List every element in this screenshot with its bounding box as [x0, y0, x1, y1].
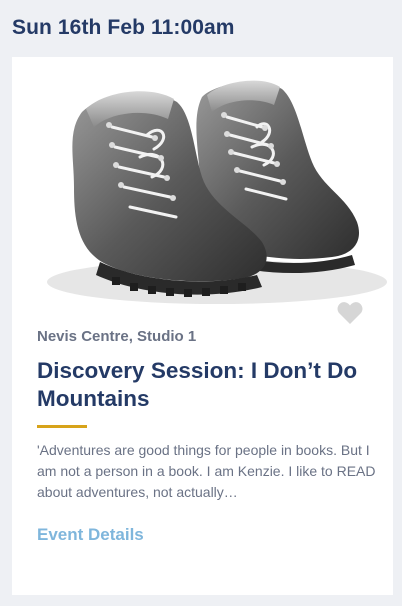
heart-icon[interactable]	[337, 301, 363, 325]
event-image[interactable]	[12, 57, 393, 319]
event-title[interactable]: Discovery Session: I Don’t Do Mountains	[37, 357, 377, 413]
event-venue: Nevis Centre, Studio 1	[37, 328, 197, 345]
event-description: 'Adventures are good things for people i…	[37, 442, 376, 500]
title-divider	[37, 425, 87, 428]
event-date-heading: Sun 16th Feb 11:00am	[12, 16, 235, 39]
event-card: Nevis Centre, Studio 1 Discovery Session…	[12, 57, 393, 595]
event-details-link[interactable]: Event Details	[37, 525, 144, 545]
